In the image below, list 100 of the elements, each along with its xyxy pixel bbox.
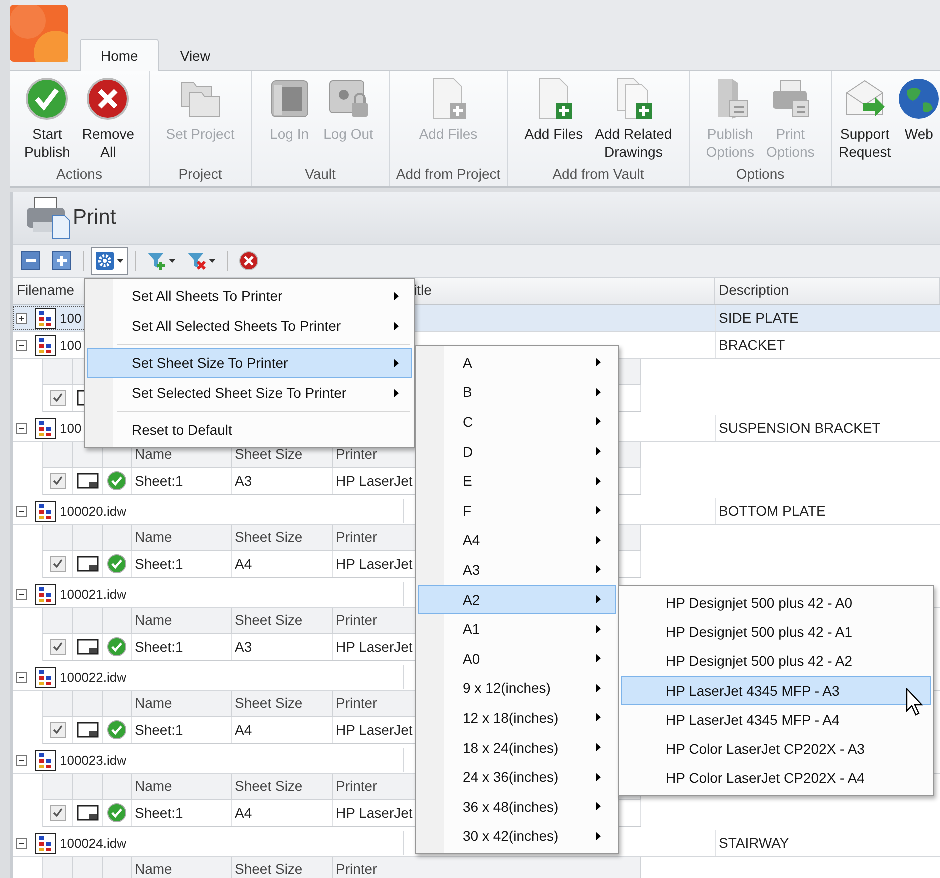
menu-item[interactable]: B (418, 378, 616, 408)
menu-item[interactable]: Reset to Default (87, 415, 412, 445)
column-header[interactable]: Sheet Size (232, 691, 333, 717)
menu-item[interactable]: F (418, 496, 616, 526)
printer-icon (25, 196, 71, 240)
menu-item[interactable]: A2 (418, 584, 616, 614)
checkbox[interactable] (50, 722, 66, 738)
ribbon-button[interactable]: Web (894, 71, 940, 186)
ribbon-button[interactable]: Add Related Drawings (590, 71, 678, 164)
sheet-icon (76, 722, 98, 738)
submenu-arrow-icon (596, 417, 601, 426)
menu-item[interactable]: HP Designjet 500 plus 42 - A0 (621, 588, 931, 618)
column-header[interactable]: Name (132, 691, 232, 717)
file-name: 100 (60, 420, 82, 436)
ribbon-button[interactable]: Support Request (836, 71, 894, 186)
status-ok-icon (107, 720, 127, 740)
ribbon-button[interactable]: Start Publish (19, 71, 76, 164)
collapse-icon[interactable] (16, 838, 27, 848)
printer-name: HP LaserJet (336, 805, 413, 821)
menu-item[interactable]: C (418, 407, 616, 437)
description-cell: STAIRWAY (715, 830, 940, 856)
column-header[interactable]: Printer (333, 857, 641, 878)
panel-title: Print (73, 206, 116, 230)
sheet-size: A4 (235, 556, 252, 572)
menu-item[interactable]: 12 x 18(inches) (418, 703, 616, 733)
column-header[interactable]: Name (132, 857, 232, 878)
menu-item[interactable]: A0 (418, 644, 616, 674)
menu-item[interactable]: A3 (418, 555, 616, 585)
menu-item[interactable]: HP Color LaserJet CP202X - A3 (621, 734, 931, 764)
description-cell: BOTTOM PLATE (715, 498, 940, 524)
sheet-size: A3 (235, 473, 252, 489)
collapse-icon[interactable] (16, 422, 27, 434)
collapse-icon[interactable] (16, 754, 27, 766)
checkbox[interactable] (50, 639, 66, 655)
checkbox[interactable] (50, 556, 66, 572)
column-header[interactable]: Sheet Size (232, 774, 333, 800)
printer-name: HP LaserJet (336, 556, 413, 572)
menu-item[interactable]: HP Designjet 500 plus 42 - A1 (621, 617, 931, 647)
menu-item[interactable]: 36 x 48(inches) (418, 792, 616, 822)
status-ok-icon (107, 554, 127, 574)
menu-item[interactable]: A4 (418, 526, 616, 556)
menu-item[interactable]: 9 x 12(inches) (418, 674, 616, 704)
checkbox[interactable] (50, 390, 66, 406)
group-label: Actions (56, 165, 102, 184)
drawing-file-icon (35, 832, 56, 854)
menu-item[interactable]: A1 (418, 614, 616, 644)
menu-item[interactable]: 18 x 24(inches) (418, 732, 616, 762)
column-header[interactable]: Sheet Size (232, 857, 333, 878)
globe-icon (897, 77, 940, 121)
expand-icon[interactable] (16, 312, 27, 324)
collapse-icon[interactable] (16, 340, 27, 350)
submenu-arrow-icon (596, 447, 601, 456)
submenu-arrow-icon (596, 684, 601, 693)
checkbox[interactable] (50, 805, 66, 821)
menu-item[interactable]: HP LaserJet 4345 MFP - A3 (621, 676, 931, 706)
menu-item[interactable]: 30 x 42(inches) (418, 822, 616, 852)
checkbox[interactable] (50, 473, 66, 489)
column-header[interactable]: Name (132, 774, 232, 800)
ribbon-button[interactable]: Add Files (520, 71, 588, 164)
menu-item[interactable]: Set Sheet Size To Printer (87, 348, 412, 378)
dropdown-button[interactable] (91, 247, 128, 275)
menu-item[interactable]: HP Designjet 500 plus 42 - A2 (621, 646, 931, 676)
status-ok-icon (107, 803, 127, 823)
column-header[interactable]: Sheet Size (232, 525, 333, 551)
submenu-arrow-icon (596, 713, 601, 722)
description-cell: BRACKET (715, 332, 940, 358)
file-name: 100020.idw (60, 504, 126, 518)
submenu-arrow-icon (596, 743, 601, 752)
ribbon-tab[interactable]: View (159, 39, 232, 71)
menu-item[interactable]: HP Color LaserJet CP202X - A4 (621, 764, 931, 794)
column-header[interactable]: Description (715, 278, 940, 304)
sheet-name: Sheet:1 (135, 722, 184, 738)
checkmark-icon (52, 558, 64, 570)
sheet-name: Sheet:1 (135, 805, 184, 821)
settings-icon (95, 251, 115, 271)
submenu-arrow-icon (596, 832, 601, 841)
menu-item[interactable]: D (418, 436, 616, 466)
ribbon-tab[interactable]: Home (80, 39, 160, 71)
menu-item[interactable]: A (418, 348, 616, 378)
column-header[interactable]: Name (132, 525, 232, 551)
column-header[interactable]: Sheet Size (232, 608, 333, 634)
menu-item[interactable]: HP LaserJet 4345 MFP - A4 (621, 705, 931, 734)
collapse-icon[interactable] (16, 672, 27, 682)
sheet-size: A4 (235, 805, 252, 821)
collapse-icon[interactable] (16, 588, 27, 600)
stop-icon (239, 251, 259, 271)
drawing-file-icon (35, 308, 56, 328)
collapse-icon[interactable] (16, 506, 27, 516)
menu-item[interactable]: Set Selected Sheet Size To Printer (87, 378, 412, 408)
caret-icon (209, 259, 216, 263)
submenu-arrow-icon (596, 595, 601, 604)
ribbon-button[interactable]: Remove All (77, 71, 140, 164)
menu-item[interactable]: 24 x 36(inches) (418, 762, 616, 792)
sheet-icon (76, 639, 98, 655)
description-cell: SIDE PLATE (715, 305, 940, 331)
submenu-arrow-icon (596, 802, 601, 812)
caret-icon (117, 259, 124, 263)
checkmark-icon (52, 807, 64, 819)
column-header[interactable]: Name (132, 608, 232, 634)
menu-item[interactable]: E (418, 466, 616, 496)
